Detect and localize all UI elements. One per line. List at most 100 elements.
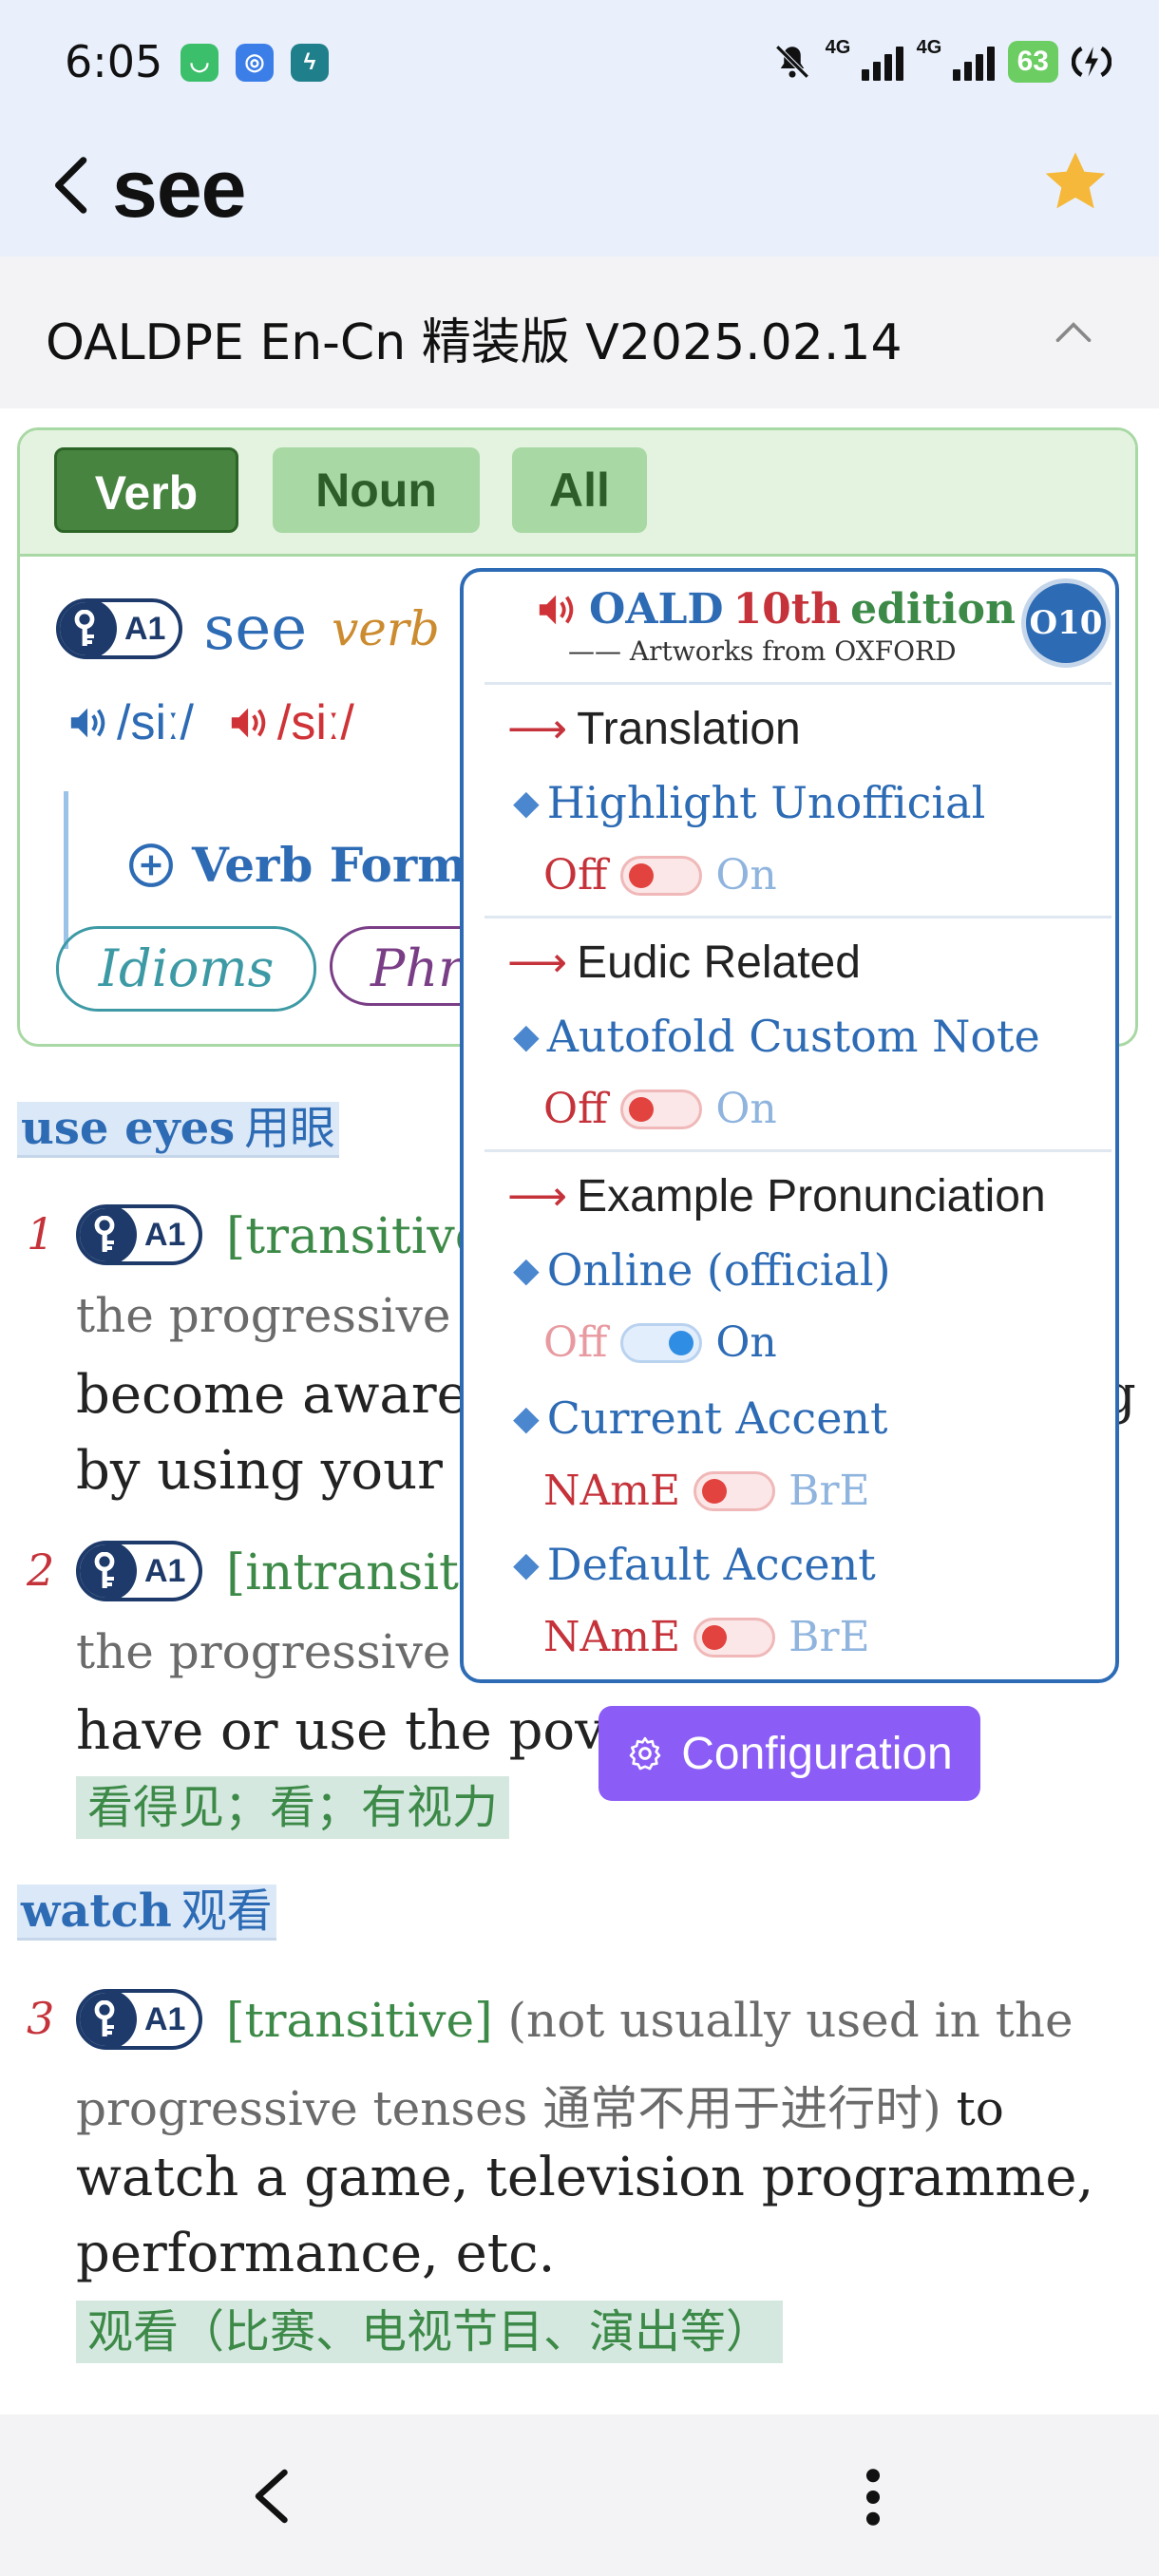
pron-uk[interactable]: /siː/ bbox=[67, 694, 194, 751]
option-default-accent: ◆ Default Accent bbox=[513, 1539, 876, 1590]
pron-us[interactable]: /siː/ bbox=[228, 694, 354, 751]
sense-group-en: use eyes bbox=[21, 1102, 236, 1155]
dictionary-selector[interactable]: OALDPE En-Cn 精装版 V2025.02.14 bbox=[0, 256, 1159, 408]
settings-popup: OALD 10th edition —— Artworks from OXFOR… bbox=[460, 568, 1119, 1683]
arrow-right-icon: ⟶ bbox=[507, 1173, 568, 1220]
option-label: Default Accent bbox=[546, 1539, 876, 1590]
signal-icon: 4G bbox=[826, 37, 903, 81]
toggle-row: Off On bbox=[543, 851, 777, 900]
configuration-button[interactable]: Configuration bbox=[598, 1706, 980, 1801]
configuration-label: Configuration bbox=[681, 1728, 953, 1779]
sense-number: 1 bbox=[27, 1208, 55, 1260]
definition: to bbox=[956, 2081, 1004, 2136]
back-chevron-icon[interactable] bbox=[42, 152, 108, 218]
section-eudic: ⟶ Eudic Related bbox=[507, 937, 861, 989]
definition: performance, etc. bbox=[76, 2223, 556, 2284]
toggle-knob bbox=[629, 1096, 655, 1122]
toggle-name-label: NAmE bbox=[543, 1467, 681, 1515]
key-icon bbox=[80, 1993, 137, 2046]
key-icon bbox=[60, 602, 117, 655]
diamond-icon: ◆ bbox=[513, 1544, 540, 1584]
diamond-icon: ◆ bbox=[513, 1398, 540, 1438]
sense-number: 3 bbox=[27, 1993, 55, 2044]
sense-number: 2 bbox=[27, 1544, 55, 1596]
app-green-icon: ◡ bbox=[180, 44, 218, 82]
tab-verb[interactable]: Verb bbox=[54, 447, 238, 533]
page-title: see bbox=[112, 143, 246, 235]
definition: watch a game, television programme, bbox=[76, 2147, 1094, 2208]
level-label: A1 bbox=[124, 610, 166, 647]
title-10th: 10th bbox=[732, 585, 842, 634]
chevron-up-icon[interactable] bbox=[1053, 315, 1094, 348]
verb-forms-toggle[interactable]: Verb Forms bbox=[127, 837, 494, 893]
level-label: A1 bbox=[144, 1552, 186, 1589]
diamond-icon: ◆ bbox=[513, 783, 540, 823]
definition: become aware bbox=[76, 1364, 468, 1426]
divider bbox=[484, 682, 1112, 685]
divider bbox=[484, 1149, 1112, 1152]
tab-noun[interactable]: Noun bbox=[273, 447, 480, 533]
toggle-off-label: Off bbox=[543, 851, 608, 900]
entry-headline: A1 see verb bbox=[56, 594, 440, 664]
title-edition: edition bbox=[850, 585, 1016, 634]
definition: by using your bbox=[76, 1440, 443, 1502]
option-label: Online (official) bbox=[546, 1244, 891, 1296]
popup-subtitle: —— Artworks from OXFORD bbox=[568, 635, 957, 667]
o10-badge: O10 bbox=[1026, 583, 1106, 663]
bottom-nav bbox=[0, 2415, 1159, 2576]
toggle-row: NAmE BrE bbox=[543, 1467, 870, 1515]
toggle-on-label: On bbox=[715, 1085, 777, 1133]
dictionary-name: OALDPE En-Cn 精装版 V2025.02.14 bbox=[46, 314, 902, 371]
app-teal-icon: ϟ bbox=[291, 44, 329, 82]
popup-header: OALD 10th edition —— Artworks from OXFOR… bbox=[536, 585, 1016, 667]
default-accent-toggle[interactable] bbox=[694, 1617, 776, 1657]
toggle-knob bbox=[702, 1478, 728, 1504]
oxford-3000-badge: A1 bbox=[76, 1204, 203, 1265]
online-official-toggle[interactable] bbox=[620, 1322, 703, 1363]
chinese-definition: 看得见；看；有视力 bbox=[76, 1776, 510, 1839]
definition: have or use the pov bbox=[76, 1700, 605, 1762]
autofold-toggle[interactable] bbox=[620, 1089, 703, 1129]
back-chevron-icon[interactable] bbox=[249, 2468, 296, 2525]
option-label: Autofold Custom Note bbox=[546, 1011, 1040, 1062]
usage-note: progressive tenses 通常不用于进行时) bbox=[76, 2081, 941, 2136]
level-label: A1 bbox=[144, 1216, 186, 1253]
status-bar: 6:05 ◡ ◎ ϟ 4G 4G 63 bbox=[0, 0, 1159, 123]
key-icon bbox=[80, 1208, 137, 1261]
section-label: Eudic Related bbox=[577, 938, 861, 988]
toggle-bre-label: BrE bbox=[788, 1613, 870, 1661]
plus-circle-icon bbox=[129, 843, 173, 887]
verb-forms-label: Verb Forms bbox=[192, 837, 495, 893]
diamond-icon: ◆ bbox=[513, 1250, 540, 1290]
pos-tab-bar: Verb Noun All bbox=[20, 430, 1135, 557]
arrow-right-icon: ⟶ bbox=[507, 706, 568, 752]
gear-icon bbox=[629, 1736, 661, 1771]
more-vertical-icon[interactable] bbox=[859, 2468, 887, 2527]
diamond-icon: ◆ bbox=[513, 1016, 540, 1056]
sense-3-line2: progressive tenses 通常不用于进行时) to bbox=[76, 2071, 1004, 2139]
app-blue-icon: ◎ bbox=[236, 44, 274, 82]
option-autofold: ◆ Autofold Custom Note bbox=[513, 1011, 1040, 1062]
option-highlight-unofficial: ◆ Highlight Unofficial bbox=[513, 777, 985, 828]
tab-all[interactable]: All bbox=[512, 447, 647, 533]
toggle-knob bbox=[669, 1330, 694, 1355]
status-indicators: 4G 4G 63 bbox=[772, 37, 1112, 85]
idioms-button[interactable]: Idioms bbox=[56, 926, 316, 1012]
toggle-knob bbox=[702, 1624, 728, 1650]
pronunciations: /siː/ /siː/ bbox=[67, 694, 354, 751]
speaker-icon bbox=[231, 708, 266, 738]
pron-uk-text: /siː/ bbox=[117, 695, 194, 750]
level-label: A1 bbox=[144, 2000, 186, 2037]
toggle-on-label: On bbox=[715, 1318, 777, 1367]
sense-3-line1: [transitive] (not usually used in the bbox=[226, 1993, 1074, 2048]
oxford-3000-badge: A1 bbox=[76, 1541, 203, 1601]
divider bbox=[484, 916, 1112, 919]
title-oald: OALD bbox=[589, 585, 724, 634]
current-accent-toggle[interactable] bbox=[694, 1470, 776, 1511]
section-translation: ⟶ Translation bbox=[507, 703, 801, 755]
star-icon[interactable] bbox=[1037, 144, 1113, 220]
section-label: Example Pronunciation bbox=[577, 1171, 1046, 1222]
usage-note: the progressive bbox=[76, 1288, 451, 1343]
highlight-unofficial-toggle[interactable] bbox=[620, 855, 703, 896]
speaker-icon bbox=[70, 708, 105, 738]
